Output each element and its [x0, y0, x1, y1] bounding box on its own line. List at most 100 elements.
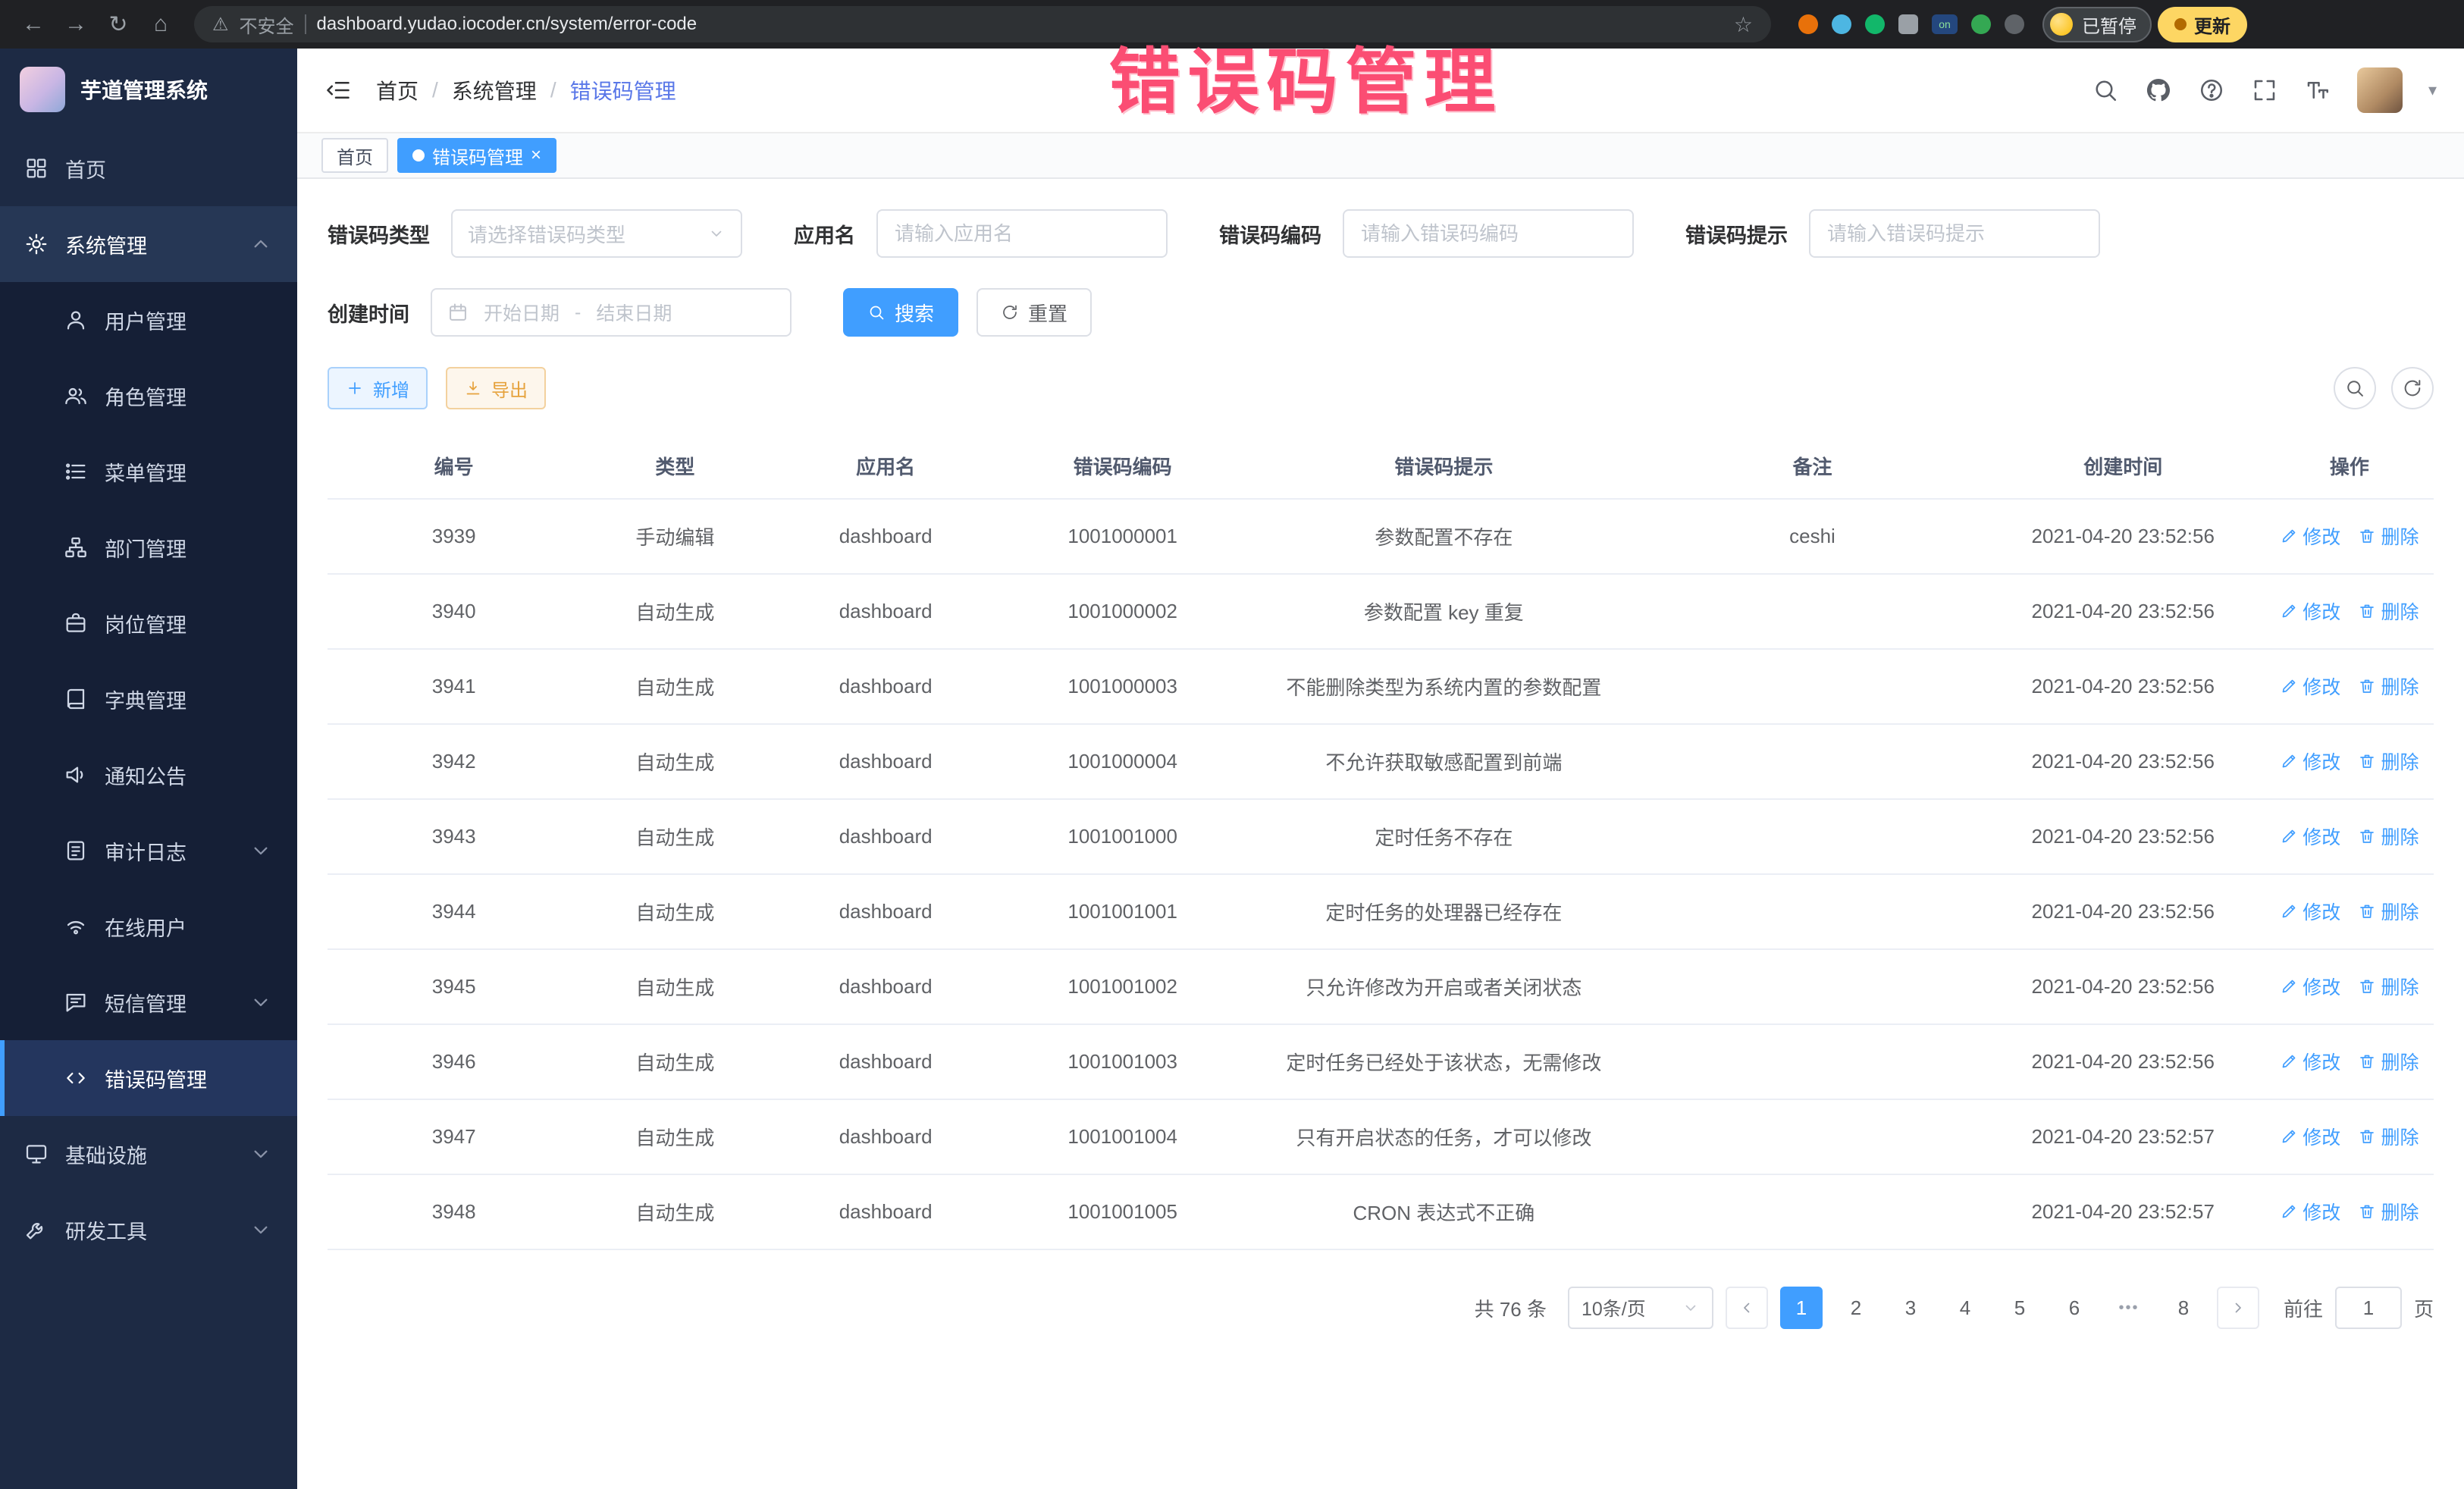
- page-button-2[interactable]: 2: [1835, 1287, 1877, 1329]
- app-name-input[interactable]: [876, 209, 1168, 258]
- sidebar-item-label: 部门管理: [105, 533, 273, 563]
- sidebar-item-sms[interactable]: 短信管理: [0, 964, 297, 1040]
- home-icon[interactable]: ⌂: [143, 6, 179, 42]
- error-type-select[interactable]: 请选择错误码类型: [451, 209, 742, 258]
- extension-icon[interactable]: [1865, 14, 1885, 34]
- delete-link[interactable]: 删除: [2358, 748, 2419, 775]
- sidebar-item-home[interactable]: 首页: [0, 130, 297, 206]
- extension-icon[interactable]: [1832, 14, 1851, 34]
- delete-link[interactable]: 删除: [2358, 823, 2419, 850]
- address-bar[interactable]: ⚠ 不安全 dashboard.yudao.iocoder.cn/system/…: [194, 6, 1771, 42]
- cell-app: dashboard: [770, 1024, 1002, 1099]
- edit-link[interactable]: 修改: [2280, 748, 2340, 775]
- pages-ellipsis[interactable]: •••: [2108, 1287, 2150, 1329]
- edit-link[interactable]: 修改: [2280, 898, 2340, 925]
- sidebar-item-departments[interactable]: 部门管理: [0, 509, 297, 585]
- tab-error-code[interactable]: 错误码管理 ×: [397, 138, 556, 173]
- prev-page-button[interactable]: [1726, 1287, 1768, 1329]
- github-icon[interactable]: [2145, 77, 2172, 104]
- edit-link[interactable]: 修改: [2280, 672, 2340, 700]
- sidebar-item-infrastructure[interactable]: 基础设施: [0, 1116, 297, 1192]
- browser-profile-badge[interactable]: 已暂停: [2042, 7, 2152, 42]
- sidebar-item-error-code[interactable]: 错误码管理: [0, 1040, 297, 1116]
- delete-link[interactable]: 删除: [2358, 1198, 2419, 1225]
- omnibox-divider: [305, 14, 306, 34]
- page-button-4[interactable]: 4: [1944, 1287, 1986, 1329]
- cell-app: dashboard: [770, 799, 1002, 874]
- sidebar-item-audit-log[interactable]: 审计日志: [0, 813, 297, 889]
- user-avatar[interactable]: [2357, 67, 2403, 113]
- chevron-right-icon: [2229, 1299, 2247, 1317]
- extension-icon[interactable]: [2005, 14, 2024, 34]
- reload-icon[interactable]: ↻: [100, 6, 136, 42]
- filter-label: 应用名: [794, 219, 855, 249]
- cell-type: 自动生成: [580, 1099, 770, 1174]
- reset-button[interactable]: 重置: [977, 288, 1092, 337]
- page-button-1[interactable]: 1: [1780, 1287, 1823, 1329]
- edit-link[interactable]: 修改: [2280, 973, 2340, 1000]
- add-button[interactable]: 新增: [328, 367, 428, 409]
- sidebar-item-roles[interactable]: 角色管理: [0, 358, 297, 434]
- error-message-input[interactable]: [1809, 209, 2100, 258]
- next-page-button[interactable]: [2217, 1287, 2259, 1329]
- delete-link[interactable]: 删除: [2358, 898, 2419, 925]
- cell-id: 3941: [328, 649, 580, 724]
- sidebar-item-devtools[interactable]: 研发工具: [0, 1192, 297, 1268]
- font-size-icon[interactable]: [2304, 77, 2331, 104]
- edit-link[interactable]: 修改: [2280, 522, 2340, 550]
- page-button-5[interactable]: 5: [1998, 1287, 2041, 1329]
- refresh-table-button[interactable]: [2391, 367, 2434, 409]
- export-button-label: 导出: [491, 375, 528, 402]
- extensions-row: on: [1798, 14, 2024, 34]
- search-button[interactable]: 搜索: [843, 288, 958, 337]
- edit-icon: [2280, 602, 2298, 620]
- active-tab-dot-icon: [412, 149, 425, 161]
- date-range-picker[interactable]: 开始日期 - 结束日期: [431, 288, 792, 337]
- bookmark-star-icon[interactable]: ☆: [1734, 12, 1753, 37]
- edit-link[interactable]: 修改: [2280, 1048, 2340, 1075]
- breadcrumb-home[interactable]: 首页: [376, 75, 419, 105]
- user-menu-caret-icon[interactable]: ▾: [2428, 80, 2437, 100]
- delete-link[interactable]: 删除: [2358, 1123, 2419, 1150]
- sidebar-item-positions[interactable]: 岗位管理: [0, 585, 297, 661]
- delete-link[interactable]: 删除: [2358, 1048, 2419, 1075]
- sidebar-item-users[interactable]: 用户管理: [0, 282, 297, 358]
- page-button-8[interactable]: 8: [2162, 1287, 2205, 1329]
- delete-link[interactable]: 删除: [2358, 597, 2419, 625]
- delete-link[interactable]: 删除: [2358, 973, 2419, 1000]
- toggle-search-button[interactable]: [2334, 367, 2376, 409]
- extension-icon[interactable]: [1971, 14, 1991, 34]
- close-tab-icon[interactable]: ×: [531, 146, 541, 165]
- browser-update-button[interactable]: 更新: [2158, 7, 2247, 42]
- page-size-select[interactable]: 10条/页: [1568, 1287, 1713, 1329]
- delete-link[interactable]: 删除: [2358, 522, 2419, 550]
- cell-code: 1001001002: [1002, 949, 1243, 1024]
- export-button[interactable]: 导出: [446, 367, 546, 409]
- extension-icon[interactable]: on: [1932, 14, 1958, 34]
- sidebar-item-system[interactable]: 系统管理: [0, 206, 297, 282]
- header-search-icon[interactable]: [2092, 77, 2119, 104]
- sidebar-item-menus[interactable]: 菜单管理: [0, 434, 297, 509]
- edit-link[interactable]: 修改: [2280, 597, 2340, 625]
- sidebar-item-dictionary[interactable]: 字典管理: [0, 661, 297, 737]
- edit-link[interactable]: 修改: [2280, 1123, 2340, 1150]
- page-button-3[interactable]: 3: [1889, 1287, 1932, 1329]
- sidebar-item-notices[interactable]: 通知公告: [0, 737, 297, 813]
- forward-icon[interactable]: →: [58, 6, 94, 42]
- help-icon[interactable]: [2198, 77, 2225, 104]
- breadcrumb-system[interactable]: 系统管理: [452, 75, 537, 105]
- puzzle-extension-icon[interactable]: [1898, 14, 1918, 34]
- column-header-created: 创建时间: [1981, 434, 2265, 499]
- cell-code: 1001001004: [1002, 1099, 1243, 1174]
- fullscreen-icon[interactable]: [2251, 77, 2278, 104]
- tab-home[interactable]: 首页: [321, 138, 388, 173]
- edit-link[interactable]: 修改: [2280, 823, 2340, 850]
- back-icon[interactable]: ←: [15, 6, 52, 42]
- error-code-input[interactable]: [1343, 209, 1634, 258]
- delete-link[interactable]: 删除: [2358, 672, 2419, 700]
- collapse-sidebar-icon[interactable]: [324, 77, 352, 104]
- extension-icon[interactable]: [1798, 14, 1818, 34]
- page-button-6[interactable]: 6: [2053, 1287, 2096, 1329]
- sidebar-item-online-users[interactable]: 在线用户: [0, 889, 297, 964]
- goto-page-input[interactable]: [2335, 1287, 2402, 1329]
